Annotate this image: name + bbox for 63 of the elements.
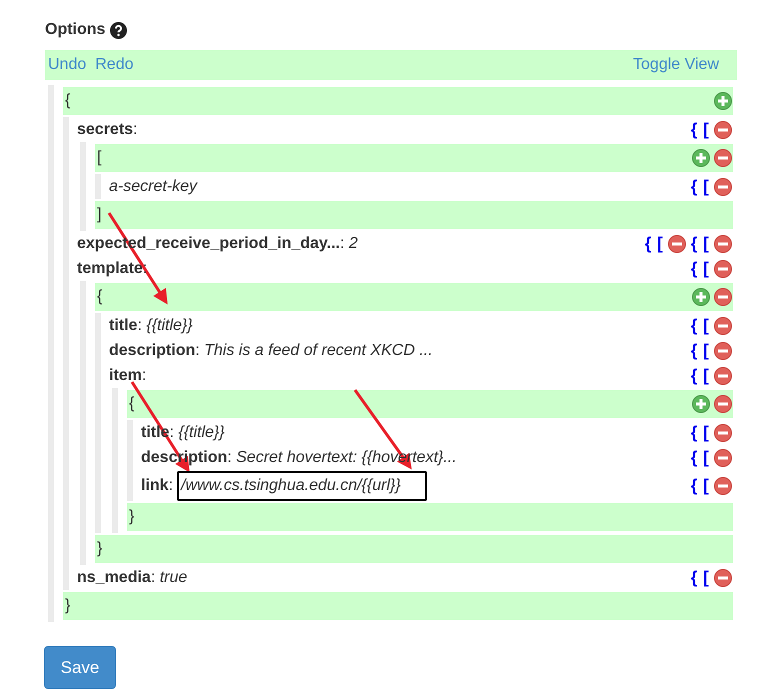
property-label: description: This is a feed of recent XKCD ... [109, 340, 433, 360]
type-toggle[interactable]: { [690, 121, 698, 138]
type-toggle[interactable]: [ [702, 367, 710, 384]
remove-icon[interactable] [714, 316, 732, 334]
type-toggle[interactable]: { [690, 424, 698, 441]
property-label: template: [77, 258, 148, 278]
property-label: secrets: [77, 120, 138, 140]
add-icon[interactable] [714, 92, 732, 110]
add-icon[interactable] [692, 149, 710, 167]
remove-icon[interactable] [714, 288, 732, 306]
help-icon[interactable] [110, 22, 128, 38]
type-toggle[interactable]: [ [702, 342, 710, 359]
type-toggle[interactable]: [ [702, 235, 710, 252]
property-label: title: {{title}} [109, 316, 193, 336]
bracket-text: } [97, 539, 102, 559]
bracket-text: [ [97, 148, 102, 168]
type-toggle[interactable]: [ [702, 178, 710, 195]
type-toggle[interactable]: [ [702, 317, 710, 334]
save-button[interactable]: Save [44, 646, 116, 689]
type-toggle[interactable]: { [690, 477, 698, 494]
type-toggle[interactable]: [ [656, 235, 664, 252]
remove-icon[interactable] [714, 342, 732, 360]
type-toggle[interactable]: [ [702, 569, 710, 586]
type-toggle[interactable]: [ [702, 449, 710, 466]
type-toggle[interactable]: { [690, 260, 698, 277]
remove-icon[interactable] [714, 120, 732, 138]
bracket-text: ] [97, 205, 102, 225]
property-label: a-secret-key [109, 176, 198, 196]
property-label: ns_media: true [77, 568, 188, 588]
remove-icon[interactable] [714, 366, 732, 384]
property-label: item: [109, 366, 146, 386]
type-toggle[interactable]: { [690, 569, 698, 586]
bracket-text: { [129, 394, 134, 414]
type-toggle[interactable]: { [690, 178, 698, 195]
type-toggle[interactable]: { [690, 449, 698, 466]
bracket-text: { [97, 287, 102, 307]
add-icon[interactable] [692, 395, 710, 413]
bracket-text: } [65, 596, 70, 616]
type-toggle[interactable]: [ [702, 477, 710, 494]
bracket-text: { [65, 91, 70, 111]
add-icon[interactable] [692, 288, 710, 306]
remove-icon[interactable] [668, 234, 686, 252]
property-label: link: [141, 476, 174, 496]
remove-icon[interactable] [714, 568, 732, 586]
type-toggle[interactable]: [ [702, 260, 710, 277]
remove-icon[interactable] [714, 234, 732, 252]
remove-icon[interactable] [714, 178, 732, 196]
type-toggle[interactable]: [ [702, 121, 710, 138]
section-title: Options [45, 20, 106, 40]
type-toggle[interactable]: { [690, 235, 698, 252]
type-toggle[interactable]: { [690, 367, 698, 384]
type-toggle[interactable]: { [644, 235, 652, 252]
bracket-text: } [129, 507, 134, 527]
remove-icon[interactable] [714, 149, 732, 167]
remove-icon[interactable] [714, 448, 732, 466]
remove-icon[interactable] [714, 476, 732, 494]
type-toggle[interactable]: { [690, 342, 698, 359]
type-toggle[interactable]: { [690, 317, 698, 334]
remove-icon[interactable] [714, 395, 732, 413]
remove-icon[interactable] [714, 424, 732, 442]
type-toggle[interactable]: [ [702, 424, 710, 441]
remove-icon[interactable] [714, 260, 732, 278]
value-input[interactable]: /www.cs.tsinghua.edu.cn/{{url}} [177, 470, 428, 500]
